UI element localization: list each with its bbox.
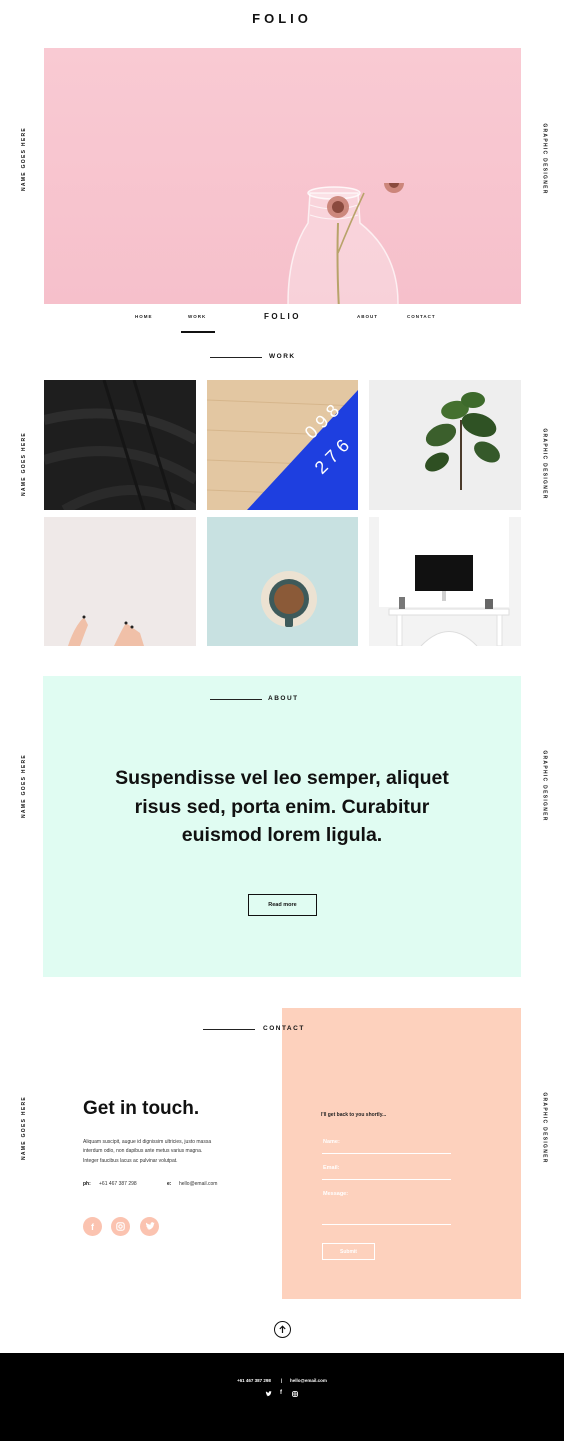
side-label-name: NAME GOES HERE (21, 1095, 28, 1161)
instagram-glyph (116, 1222, 125, 1231)
work-tile-desk[interactable] (369, 517, 521, 646)
facebook-icon[interactable]: f (280, 1390, 282, 1396)
work-tile-coffee[interactable] (207, 517, 358, 646)
nav-active-indicator (181, 331, 215, 333)
blue-card-image: 0 9 8 2 7 6 (207, 380, 358, 510)
work-tile-plant[interactable] (369, 380, 521, 510)
desk-image (369, 517, 521, 646)
about-quote-line: risus sed, porta enim. Curabitur (134, 795, 430, 818)
section-divider-line (210, 357, 262, 358)
contact-title: Get in touch. (83, 1098, 200, 1119)
section-heading-about: ABOUT (268, 695, 299, 702)
about-quote: Suspendisse vel leo semper, aliquet risu… (43, 764, 521, 850)
side-label-role: GRAPHIC DESIGNER (541, 1092, 548, 1164)
email-label: e: (167, 1181, 172, 1187)
message-field-label: Message: (323, 1191, 349, 1197)
section-divider-line (203, 1029, 255, 1030)
work-tile-hand[interactable] (44, 517, 196, 646)
name-field[interactable] (322, 1153, 451, 1154)
nav-logo[interactable]: FOLIO (44, 312, 521, 321)
hero-image (44, 48, 521, 304)
footer-email[interactable]: hello@email.com (290, 1378, 327, 1383)
hand-image (44, 517, 196, 646)
work-tile-numbers-card[interactable]: 0 9 8 2 7 6 (207, 380, 358, 510)
facebook-icon[interactable]: f (83, 1217, 102, 1236)
form-intro: I'll get back to you shortly... (321, 1112, 387, 1118)
side-label-name: NAME GOES HERE (21, 753, 28, 819)
back-to-top-button[interactable] (274, 1321, 291, 1338)
side-label-name: NAME GOES HERE (21, 126, 28, 192)
footer: +61 467 387 298 | hello@email.com f (0, 1353, 564, 1441)
work-tile-staircase[interactable] (44, 380, 196, 510)
nav-item-contact[interactable]: CONTACT (407, 314, 436, 319)
section-divider-line (210, 699, 262, 700)
side-label-name: NAME GOES HERE (21, 431, 28, 497)
site-logo[interactable]: FOLIO (0, 11, 564, 26)
main-navigation: HOME WORK FOLIO ABOUT CONTACT (44, 304, 521, 333)
twitter-glyph (145, 1222, 155, 1230)
side-label-role: GRAPHIC DESIGNER (541, 750, 548, 822)
twitter-icon[interactable] (265, 1391, 272, 1399)
nav-item-about[interactable]: ABOUT (357, 314, 378, 319)
section-heading-work: WORK (269, 353, 296, 360)
instagram-icon[interactable] (292, 1391, 298, 1399)
twitter-icon[interactable] (140, 1217, 159, 1236)
phone-value[interactable]: +61 467 387 298 (99, 1181, 137, 1187)
message-field[interactable] (322, 1224, 451, 1225)
contact-form-card: I'll get back to you shortly... Name: Em… (282, 1008, 521, 1299)
instagram-glyph (292, 1391, 298, 1397)
plant-image (369, 380, 521, 510)
twitter-glyph (265, 1391, 272, 1397)
email-value[interactable]: hello@email.com (179, 1181, 217, 1187)
contact-description-line: interdum odio, non dapibus ante metus va… (83, 1148, 203, 1155)
section-heading-contact: CONTACT (263, 1025, 305, 1032)
read-more-button[interactable]: Read more (248, 894, 317, 916)
submit-button[interactable]: Submit (322, 1243, 375, 1260)
about-quote-line: euismod lorem ligula. (181, 824, 383, 846)
staircase-image (44, 380, 196, 510)
contact-description: Aliquam suscipit, augue id dignissim ult… (83, 1138, 243, 1166)
phone-label: ph: (83, 1181, 91, 1187)
side-label-role: GRAPHIC DESIGNER (541, 428, 548, 500)
coffee-image (207, 517, 358, 646)
contact-description-line: Aliquam suscipit, augue id dignissim ult… (83, 1139, 212, 1145)
email-field[interactable] (322, 1179, 451, 1180)
footer-phone[interactable]: +61 467 387 298 (237, 1378, 271, 1383)
about-section: ABOUT Suspendisse vel leo semper, alique… (43, 676, 521, 977)
contact-description-line: Integer faucibus lacus ac pulvinar volut… (83, 1157, 178, 1164)
footer-separator: | (281, 1378, 283, 1383)
name-field-label: Name: (323, 1139, 340, 1145)
side-label-role: GRAPHIC DESIGNER (541, 123, 548, 195)
about-quote-line: Suspendisse vel leo semper, aliquet (115, 767, 449, 789)
email-field-label: Email: (323, 1165, 340, 1171)
instagram-icon[interactable] (111, 1217, 130, 1236)
arrow-up-icon (279, 1325, 286, 1333)
glass-jar-flower-illustration (287, 183, 404, 304)
